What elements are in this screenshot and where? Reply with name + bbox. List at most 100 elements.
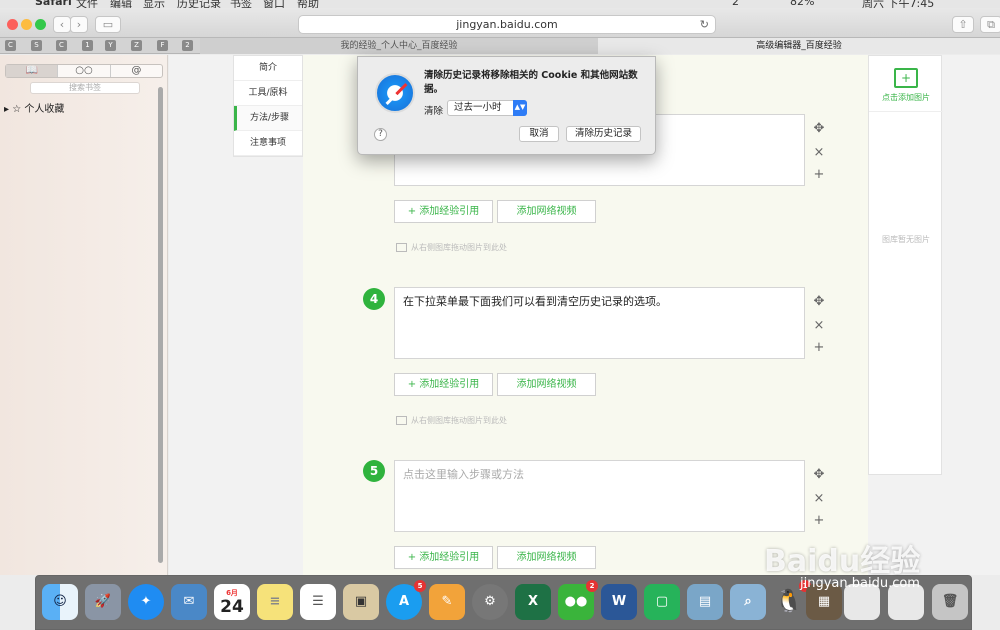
image-capture-icon[interactable]: ▤ (687, 584, 723, 620)
add-image-button[interactable]: + 点击添加图片 (869, 56, 943, 112)
menu-help[interactable]: 帮助 (297, 0, 319, 8)
safari-icon[interactable]: ✦ (128, 584, 164, 620)
add-image-label: 点击添加图片 (882, 93, 930, 102)
add-reference-button[interactable]: + 添加经验引用 (394, 373, 493, 396)
add-step-icon[interactable]: + (812, 513, 826, 528)
image-placeholder-icon (396, 416, 407, 425)
drag-hint-text: 从右侧图库拖动图片到此处 (411, 416, 507, 425)
bookmarks-tab[interactable]: 📖 (6, 65, 59, 77)
favorite-item[interactable]: Z (131, 40, 142, 51)
sidebar-toggle-button[interactable]: ▭ (95, 16, 121, 33)
drag-image-hint: 从右侧图库拖动图片到此处 (396, 242, 507, 253)
add-step-icon[interactable]: + (812, 167, 826, 182)
step-navigation: 简介 工具/原料 方法/步骤 注意事项 (233, 55, 303, 157)
nav-tools[interactable]: 工具/原料 (234, 81, 302, 106)
reading-list-tab[interactable]: ○○ (58, 65, 111, 77)
favorite-item[interactable]: F (157, 40, 168, 51)
sidebar-segmented-control: 📖 ○○ @ (5, 64, 163, 78)
clear-range-value: 过去一小时 (454, 102, 502, 113)
safari-compass-icon (375, 73, 415, 113)
preview-icon[interactable]: ▣ (343, 584, 379, 620)
tab-advanced-editor[interactable]: 高级编辑器_百度经验 (598, 38, 1000, 54)
reload-icon[interactable]: ↻ (700, 16, 709, 33)
close-window-button[interactable] (7, 19, 18, 30)
address-text: jingyan.baidu.com (456, 18, 558, 31)
app-store-icon[interactable]: A5 (386, 580, 426, 620)
excel-icon[interactable]: X (515, 584, 551, 620)
wechat-count[interactable]: 2 (732, 0, 739, 8)
calendar-icon[interactable]: 6月 24 (214, 584, 250, 620)
trash-icon[interactable]: 🗑 (932, 584, 968, 620)
notes-icon[interactable]: ≡ (257, 584, 293, 620)
step-input[interactable]: 点击这里输入步骤或方法 (394, 460, 805, 532)
add-step-icon[interactable]: + (812, 340, 826, 355)
nav-notes[interactable]: 注意事项 (234, 131, 302, 156)
add-video-button[interactable]: 添加网络视频 (497, 373, 596, 396)
app-store-badge: 5 (414, 580, 426, 592)
back-button[interactable]: ‹ (53, 16, 71, 33)
share-button[interactable]: ⇧ (952, 16, 974, 33)
favorites-folder[interactable]: ▸ ☆ 个人收藏 (4, 100, 64, 115)
nav-steps[interactable]: 方法/步骤 (234, 106, 302, 131)
zoom-window-button[interactable] (35, 19, 46, 30)
tab-my-experience[interactable]: 我的经验_个人中心_百度经验 (200, 38, 598, 54)
clear-range-select[interactable]: 过去一小时 ▲▼ (447, 100, 527, 116)
move-handle-icon[interactable]: ✥ (812, 467, 826, 482)
menu-history[interactable]: 历史记录 (177, 0, 221, 8)
tabs-overview-button[interactable]: ⧉ (980, 16, 1000, 33)
add-reference-button[interactable]: + 添加经验引用 (394, 546, 493, 569)
reminders-icon[interactable]: ☰ (300, 584, 336, 620)
address-bar[interactable]: jingyan.baidu.com ↻ (298, 15, 716, 34)
calendar-day: 24 (220, 597, 244, 617)
finder-icon[interactable]: ☺ (42, 584, 78, 620)
menu-view[interactable]: 显示 (143, 0, 165, 8)
minimize-window-button[interactable] (21, 19, 32, 30)
favorite-item[interactable]: C (5, 40, 16, 51)
clear-history-button[interactable]: 清除历史记录 (566, 126, 641, 142)
step-input[interactable]: 在下拉菜单最下面我们可以看到清空历史记录的选项。 (394, 287, 805, 359)
step-text: 在下拉菜单最下面我们可以看到清空历史记录的选项。 (403, 295, 667, 308)
add-video-button[interactable]: 添加网络视频 (497, 200, 596, 223)
move-handle-icon[interactable]: ✥ (812, 294, 826, 309)
favorite-item[interactable]: C (56, 40, 67, 51)
shared-links-tab[interactable]: @ (111, 65, 162, 77)
nav-intro[interactable]: 简介 (234, 56, 302, 81)
forward-button[interactable]: › (70, 16, 88, 33)
favorite-item[interactable]: Y (105, 40, 116, 51)
system-preferences-icon[interactable]: ⚙ (472, 584, 508, 620)
add-video-button[interactable]: 添加网络视频 (497, 546, 596, 569)
menu-app-safari[interactable]: Safari (35, 0, 72, 8)
menu-edit[interactable]: 编辑 (110, 0, 132, 8)
step-number: 4 (363, 288, 385, 310)
bookmarks-sidebar: 📖 ○○ @ 搜索书签 ▸ ☆ 个人收藏 (0, 55, 168, 575)
favorite-item[interactable]: S (31, 40, 42, 51)
menu-window[interactable]: 窗口 (263, 0, 285, 8)
favorite-item[interactable]: 1 (82, 40, 93, 51)
launchpad-icon[interactable]: 🚀 (85, 584, 121, 620)
bookmark-search-input[interactable]: 搜索书签 (30, 82, 140, 94)
clock[interactable]: 周六 下午7:45 (862, 0, 934, 8)
wechat-icon[interactable]: ●● 2 (558, 580, 598, 620)
mail-icon[interactable]: ✉ (171, 584, 207, 620)
baidu-watermark: Baidu经验 (764, 544, 921, 579)
battery-percent[interactable]: 82% (790, 0, 814, 8)
dialog-message: 清除历史记录将移除相关的 Cookie 和其他网站数据。 (424, 70, 638, 95)
add-reference-button[interactable]: + 添加经验引用 (394, 200, 493, 223)
evernote-icon[interactable]: ▢ (644, 584, 680, 620)
delete-step-icon[interactable]: × (812, 318, 826, 333)
help-icon[interactable]: ? (374, 128, 387, 141)
delete-step-icon[interactable]: × (812, 491, 826, 506)
menu-bar: Safari 文件 编辑 显示 历史记录 书签 窗口 帮助 2 82% 周六 下… (0, 0, 1000, 8)
cancel-button[interactable]: 取消 (519, 126, 559, 142)
delete-step-icon[interactable]: × (812, 145, 826, 160)
image-gallery: + 点击添加图片 图库暂无图片 (868, 55, 943, 475)
menu-file[interactable]: 文件 (76, 0, 98, 8)
preview-photos-icon[interactable]: ⌕ (730, 584, 766, 620)
sidebar-scrollbar[interactable] (158, 87, 163, 563)
move-handle-icon[interactable]: ✥ (812, 121, 826, 136)
favorite-item[interactable]: 2 (182, 40, 193, 51)
chevron-updown-icon: ▲▼ (513, 100, 527, 116)
menu-bookmarks[interactable]: 书签 (230, 0, 252, 8)
word-icon[interactable]: W (601, 584, 637, 620)
pages-icon[interactable]: ✎ (429, 584, 465, 620)
